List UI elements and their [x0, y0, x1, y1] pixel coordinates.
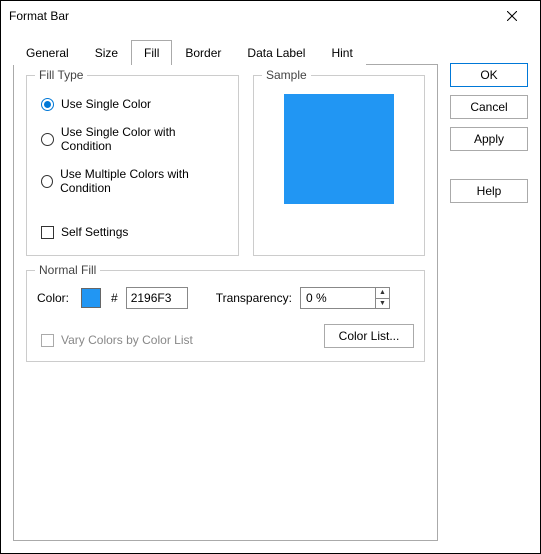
button-label: Color List...: [339, 329, 400, 343]
radio-label: Use Single Color: [61, 97, 151, 111]
sample-legend: Sample: [262, 68, 311, 82]
button-label: Apply: [474, 132, 504, 146]
sample-group: Sample: [253, 75, 425, 256]
tab-general[interactable]: General: [13, 40, 82, 65]
close-button[interactable]: [492, 2, 532, 30]
window-title: Format Bar: [9, 9, 492, 23]
button-label: OK: [480, 68, 497, 82]
spinner-down-icon[interactable]: ▼: [376, 298, 389, 309]
apply-button[interactable]: Apply: [450, 127, 528, 151]
color-swatch[interactable]: [81, 288, 101, 308]
main-panel: General Size Fill Border Data Label Hint…: [13, 39, 438, 541]
radio-multiple-colors-condition[interactable]: Use Multiple Colors with Condition: [41, 167, 228, 195]
vary-colors-checkbox: Vary Colors by Color List: [41, 333, 324, 347]
sample-swatch: [284, 94, 394, 204]
ok-button[interactable]: OK: [450, 63, 528, 87]
fill-type-legend: Fill Type: [35, 68, 87, 82]
tab-data-label[interactable]: Data Label: [234, 40, 318, 65]
tab-fill[interactable]: Fill: [131, 40, 172, 65]
tab-content: Fill Type Use Single Color Use Single Co…: [13, 64, 438, 541]
hash-label: #: [111, 291, 118, 305]
radio-label: Use Single Color with Condition: [61, 125, 228, 153]
checkbox-icon: [41, 334, 54, 347]
dialog-window: Format Bar General Size Fill Border Data…: [0, 0, 541, 554]
tab-hint[interactable]: Hint: [318, 40, 365, 65]
fill-type-group: Fill Type Use Single Color Use Single Co…: [26, 75, 239, 256]
color-hex-input[interactable]: [126, 287, 188, 309]
radio-icon: [41, 175, 53, 188]
titlebar: Format Bar: [1, 1, 540, 31]
spinner-up-icon[interactable]: ▲: [376, 288, 389, 298]
close-icon: [507, 11, 517, 21]
normal-fill-group: Normal Fill Color: # Transparency: 0 % ▲…: [26, 270, 425, 362]
color-list-button[interactable]: Color List...: [324, 324, 414, 348]
dialog-body: General Size Fill Border Data Label Hint…: [1, 31, 540, 553]
radio-single-color[interactable]: Use Single Color: [41, 97, 228, 111]
tab-size[interactable]: Size: [82, 40, 131, 65]
spinner-arrows: ▲ ▼: [375, 288, 389, 308]
button-label: Cancel: [470, 100, 507, 114]
self-settings-checkbox[interactable]: Self Settings: [41, 225, 228, 239]
radio-icon: [41, 133, 54, 146]
checkbox-label: Self Settings: [61, 225, 128, 239]
tab-border[interactable]: Border: [172, 40, 234, 65]
color-label: Color:: [37, 291, 73, 305]
help-button[interactable]: Help: [450, 179, 528, 203]
normal-fill-legend: Normal Fill: [35, 263, 100, 277]
radio-single-color-condition[interactable]: Use Single Color with Condition: [41, 125, 228, 153]
transparency-label: Transparency:: [216, 291, 292, 305]
checkbox-icon: [41, 226, 54, 239]
transparency-value: 0 %: [301, 288, 375, 308]
button-label: Help: [477, 184, 502, 198]
transparency-spinner[interactable]: 0 % ▲ ▼: [300, 287, 390, 309]
tabstrip: General Size Fill Border Data Label Hint: [13, 39, 438, 64]
radio-label: Use Multiple Colors with Condition: [60, 167, 228, 195]
radio-icon: [41, 98, 54, 111]
cancel-button[interactable]: Cancel: [450, 95, 528, 119]
button-sidebar: OK Cancel Apply Help: [450, 39, 528, 541]
checkbox-label: Vary Colors by Color List: [61, 333, 193, 347]
